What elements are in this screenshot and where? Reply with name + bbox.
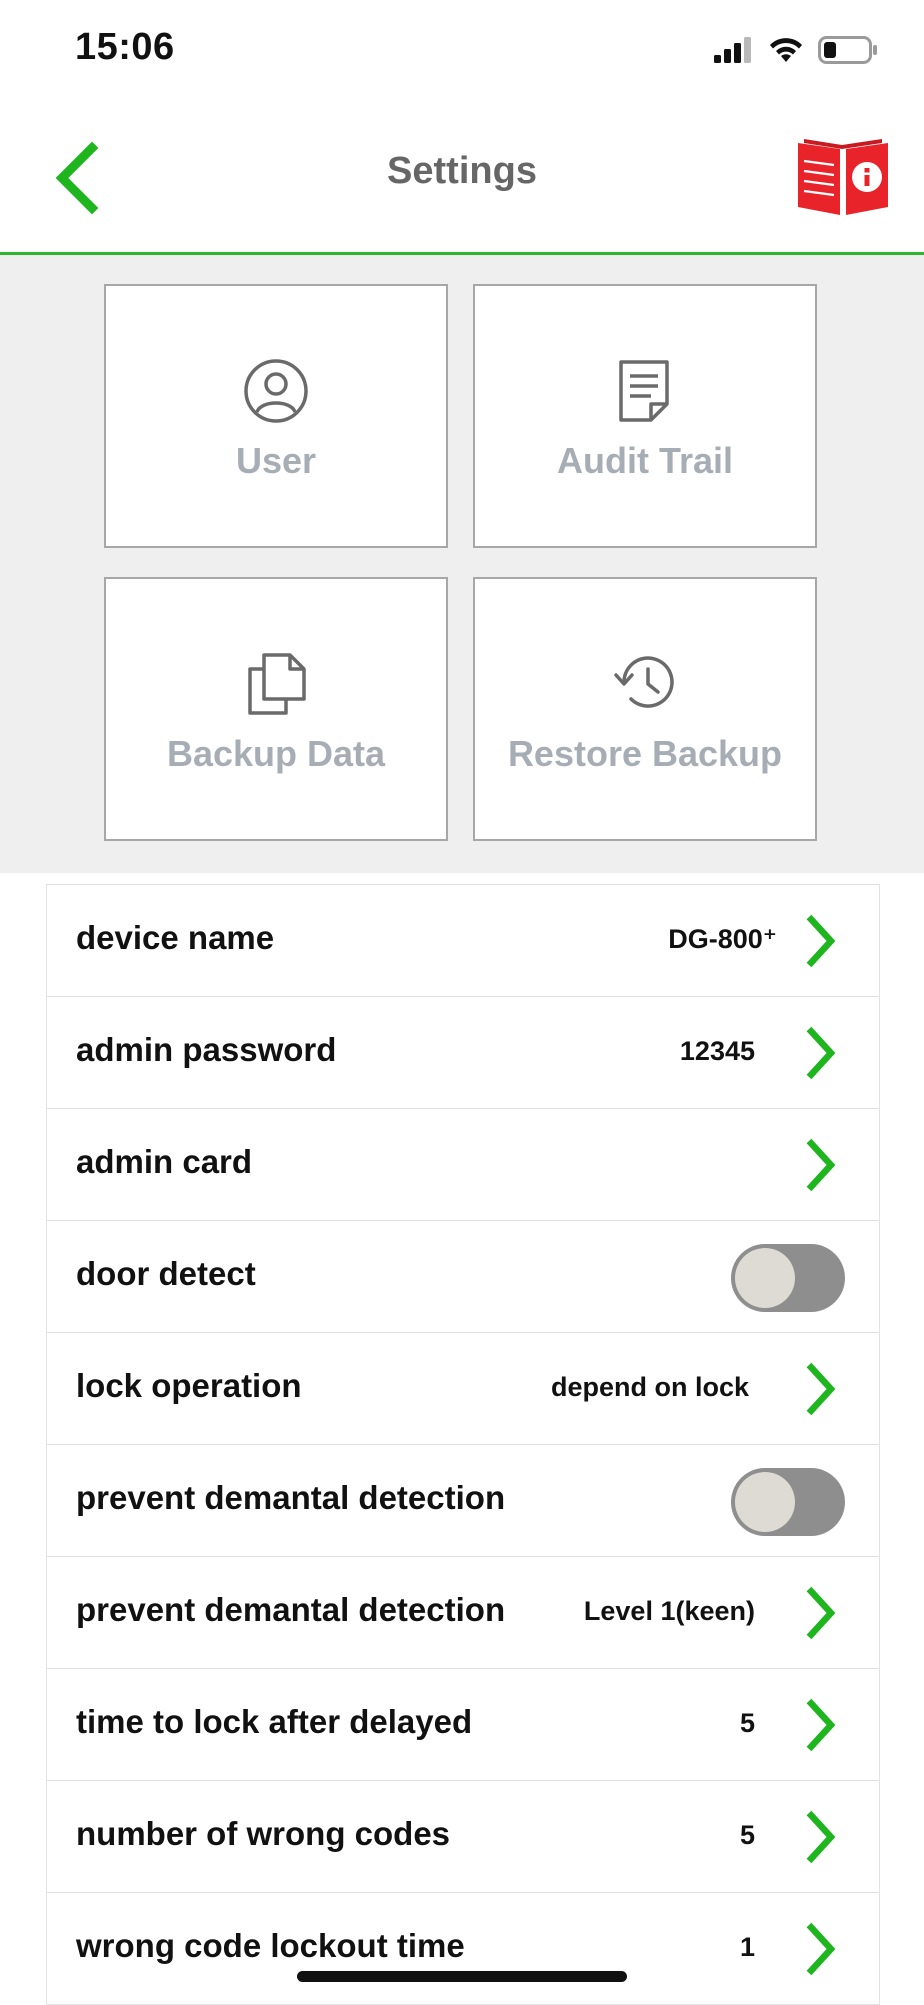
prevent-dismantle-toggle[interactable]	[731, 1468, 845, 1536]
chevron-right-icon	[806, 1698, 836, 1752]
restore-backup-tile[interactable]: Restore Backup	[473, 577, 817, 841]
setting-lockout-time[interactable]: wrong code lockout time 1	[47, 1893, 879, 2005]
user-icon	[244, 359, 308, 423]
history-icon	[614, 656, 674, 708]
status-bar: 15:06	[0, 0, 924, 100]
setting-lock-operation[interactable]: lock operation depend on lock	[47, 1333, 879, 1445]
setting-time-to-lock[interactable]: time to lock after delayed 5	[47, 1669, 879, 1781]
cellular-signal-icon	[714, 37, 751, 63]
setting-label: door detect	[76, 1255, 256, 1292]
door-detect-toggle[interactable]	[731, 1244, 845, 1312]
setting-label: wrong code lockout time	[76, 1927, 465, 1964]
setting-prevent-dismantle-detection-toggle: prevent demantal detection	[47, 1445, 879, 1557]
copy-icon	[248, 653, 306, 715]
setting-admin-password[interactable]: admin password 12345	[47, 997, 879, 1109]
tile-label: Audit Trail	[556, 440, 733, 481]
page-title: Settings	[387, 150, 537, 192]
chevron-right-icon	[806, 914, 836, 968]
setting-door-detect: door detect	[47, 1221, 879, 1333]
setting-label: time to lock after delayed	[76, 1703, 473, 1740]
chevron-right-icon	[806, 1586, 836, 1640]
setting-label: admin card	[76, 1143, 253, 1180]
user-tile[interactable]: User	[104, 284, 448, 548]
setting-value: 1	[739, 1932, 755, 1962]
setting-label: number of wrong codes	[76, 1815, 451, 1852]
toggle-knob	[735, 1472, 795, 1532]
setting-device-name[interactable]: device name DG-800⁺	[47, 885, 879, 997]
tile-label: Backup Data	[166, 733, 386, 774]
nav-bar: Settings	[0, 100, 924, 255]
tile-label: Restore Backup	[507, 733, 783, 774]
status-time: 15:06	[75, 26, 175, 68]
setting-value: DG-800⁺	[668, 924, 777, 954]
setting-label: lock operation	[76, 1367, 302, 1404]
battery-icon	[818, 36, 877, 64]
chevron-right-icon	[806, 1138, 836, 1192]
tile-label: User	[235, 440, 317, 481]
backup-data-tile[interactable]: Backup Data	[104, 577, 448, 841]
setting-admin-card[interactable]: admin card	[47, 1109, 879, 1221]
setting-value: Level 1(keen)	[583, 1596, 755, 1626]
setting-value: depend on lock	[550, 1372, 749, 1402]
wifi-icon	[770, 38, 802, 62]
chevron-right-icon	[806, 1810, 836, 1864]
manual-book-icon	[798, 139, 888, 215]
document-icon	[619, 360, 669, 422]
settings-list: device name DG-800⁺ admin password 12345…	[46, 884, 880, 2005]
toggle-knob	[735, 1248, 795, 1308]
status-icons	[714, 32, 878, 68]
setting-value: 12345	[679, 1036, 755, 1066]
chevron-right-icon	[806, 1922, 836, 1976]
setting-label: prevent demantal detection	[76, 1479, 506, 1516]
setting-prevent-dismantle-detection-level[interactable]: prevent demantal detection Level 1(keen)	[47, 1557, 879, 1669]
setting-value: 5	[739, 1820, 755, 1850]
audit-trail-tile[interactable]: Audit Trail	[473, 284, 817, 548]
setting-label: admin password	[76, 1031, 337, 1068]
home-indicator	[297, 1971, 627, 1982]
quick-actions-grid: User Audit Trail Backup Data Restore Bac…	[0, 255, 924, 873]
setting-label: device name	[76, 919, 275, 956]
setting-value: 5	[739, 1708, 755, 1738]
manual-button[interactable]	[796, 135, 890, 217]
chevron-right-icon	[806, 1362, 836, 1416]
setting-label: prevent demantal detection	[76, 1591, 506, 1628]
chevron-right-icon	[806, 1026, 836, 1080]
setting-wrong-codes[interactable]: number of wrong codes 5	[47, 1781, 879, 1893]
